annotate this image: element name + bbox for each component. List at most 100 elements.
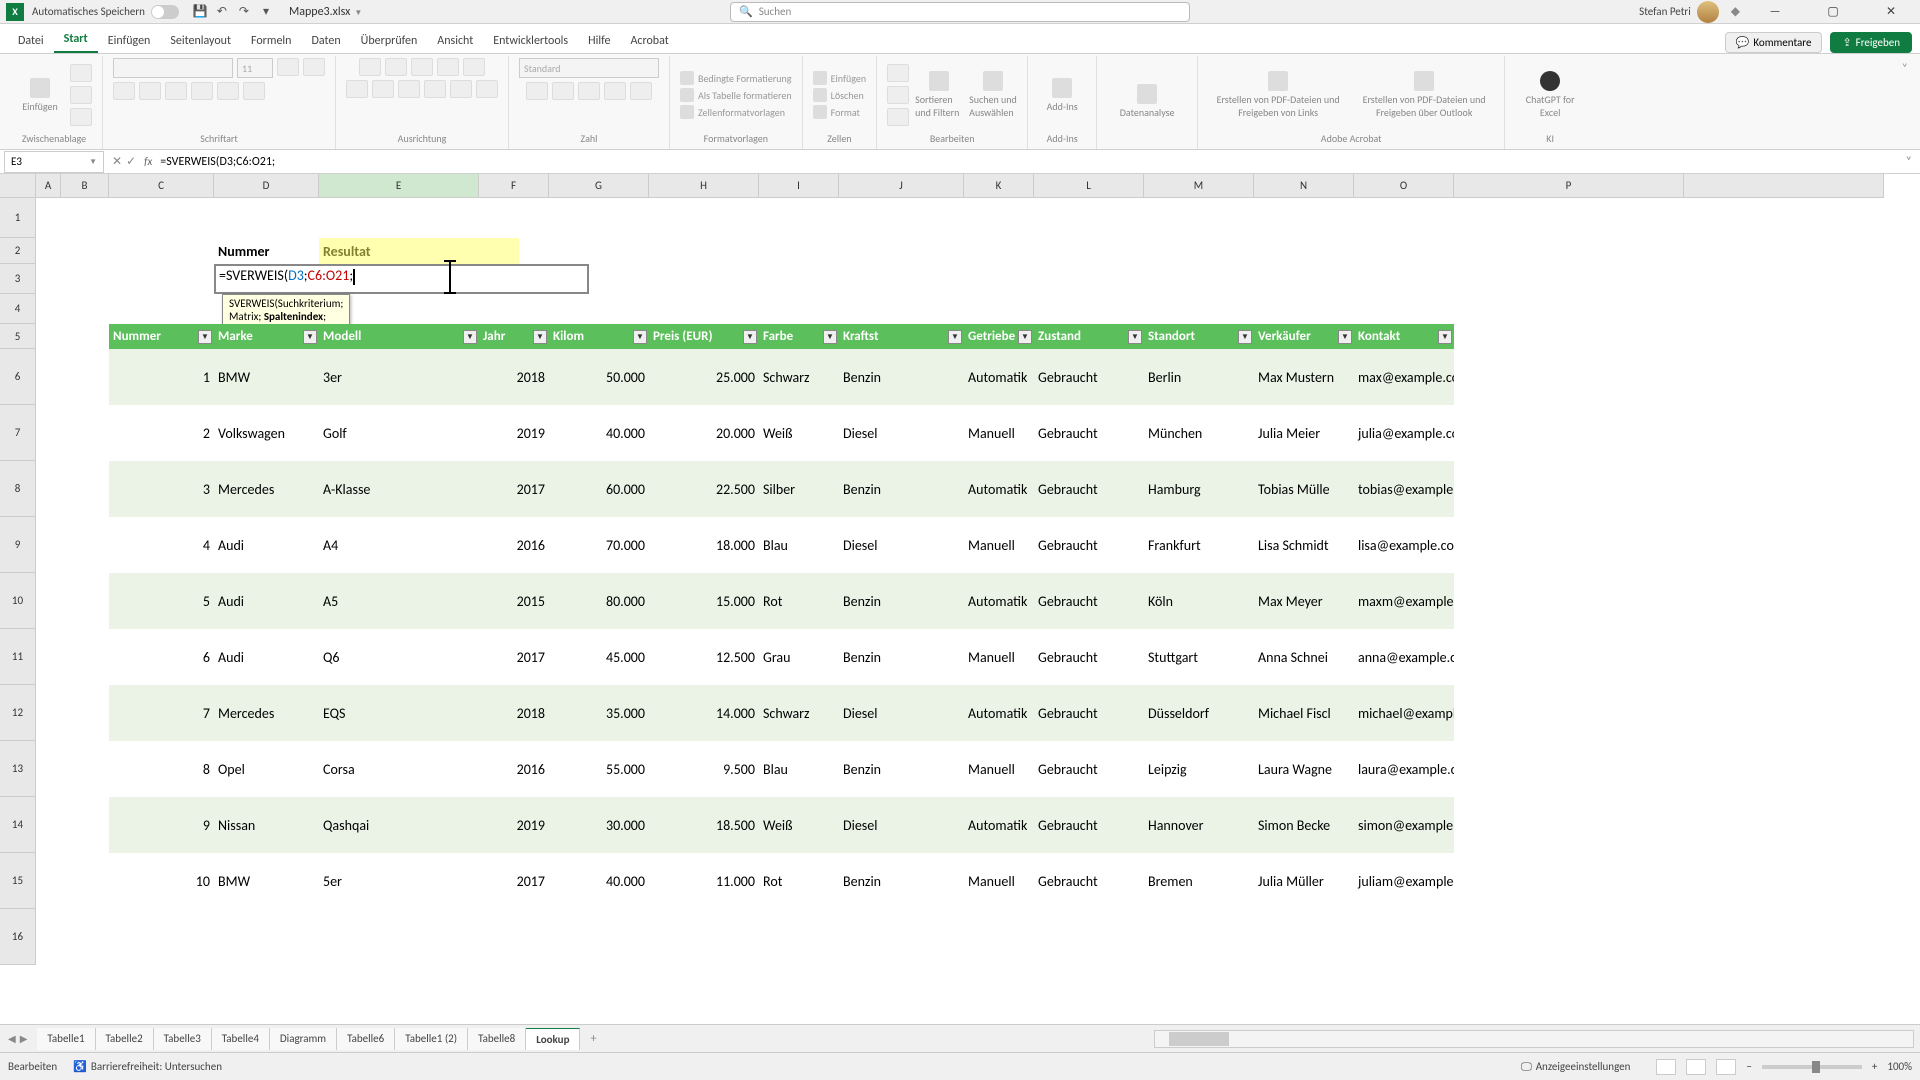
view-page-break-button[interactable]	[1716, 1059, 1736, 1075]
zoom-in-button[interactable]: +	[1872, 1060, 1877, 1073]
table-cell[interactable]: Manuell	[964, 759, 1034, 780]
autosave-toggle[interactable]: Automatisches Speichern	[32, 5, 179, 19]
sheet-tab-tabelle1[interactable]: Tabelle1	[37, 1028, 95, 1050]
table-cell[interactable]: Corsa	[319, 759, 479, 780]
table-cell[interactable]: Blau	[759, 759, 839, 780]
bold-button[interactable]	[113, 82, 135, 100]
table-cell[interactable]: 10	[109, 871, 214, 892]
table-cell[interactable]: Gebraucht	[1034, 535, 1144, 556]
table-header-farbe[interactable]: Farbe▼	[759, 324, 839, 349]
table-cell[interactable]: 2019	[479, 815, 549, 836]
table-cell[interactable]: Weiß	[759, 423, 839, 444]
column-header-M[interactable]: M	[1144, 174, 1254, 198]
sum-button[interactable]	[887, 64, 909, 82]
table-cell[interactable]: Mercedes	[214, 479, 319, 500]
table-cell[interactable]: Michael Fiscl	[1254, 703, 1354, 724]
cut-button[interactable]	[70, 64, 92, 82]
find-select-button[interactable]: Suchen und Auswählen	[969, 71, 1017, 119]
table-cell[interactable]: 2019	[479, 423, 549, 444]
tab-start[interactable]: Start	[54, 26, 98, 53]
percent-button[interactable]	[552, 82, 574, 100]
table-cell[interactable]: Rot	[759, 871, 839, 892]
accept-formula-icon[interactable]: ✓	[126, 154, 136, 169]
decimal-inc-button[interactable]	[604, 82, 626, 100]
table-cell[interactable]: 2	[109, 423, 214, 444]
table-cell[interactable]: BMW	[214, 367, 319, 388]
table-cell[interactable]: lisa@example.com	[1354, 535, 1454, 556]
table-cell[interactable]: Grau	[759, 647, 839, 668]
indent-inc-button[interactable]	[450, 80, 472, 98]
zoom-out-button[interactable]: −	[1746, 1060, 1751, 1073]
table-cell[interactable]: 3er	[319, 367, 479, 388]
filter-icon[interactable]: ▼	[303, 330, 317, 344]
add-sheet-button[interactable]: +	[580, 1028, 606, 1050]
row-header-6[interactable]: 6	[0, 349, 36, 405]
column-header-K[interactable]: K	[964, 174, 1034, 198]
orientation-button[interactable]	[437, 58, 459, 76]
table-cell[interactable]: Diesel	[839, 535, 964, 556]
table-cell[interactable]: 2017	[479, 479, 549, 500]
table-cell[interactable]: Gebraucht	[1034, 423, 1144, 444]
table-cell[interactable]: Simon Becke	[1254, 815, 1354, 836]
table-cell[interactable]: Automatik	[964, 479, 1034, 500]
filter-icon[interactable]: ▼	[463, 330, 477, 344]
table-cell[interactable]: tobias@example.com	[1354, 479, 1454, 500]
table-cell[interactable]: Benzin	[839, 591, 964, 612]
indent-dec-button[interactable]	[424, 80, 446, 98]
minimize-button[interactable]: —	[1752, 0, 1798, 24]
decimal-dec-button[interactable]	[630, 82, 652, 100]
table-cell[interactable]: Stuttgart	[1144, 647, 1254, 668]
table-cell[interactable]: maxm@example.com	[1354, 591, 1454, 612]
sheet-tab-tabelle8[interactable]: Tabelle8	[468, 1028, 526, 1050]
table-cell[interactable]: München	[1144, 423, 1254, 444]
table-cell[interactable]: Gebraucht	[1034, 759, 1144, 780]
file-name[interactable]: Mappe3.xlsx▼	[289, 5, 362, 19]
filter-icon[interactable]: ▼	[1238, 330, 1252, 344]
table-cell[interactable]: Hamburg	[1144, 479, 1254, 500]
row-header-13[interactable]: 13	[0, 741, 36, 797]
merge-button[interactable]	[476, 80, 498, 98]
table-cell[interactable]: 3	[109, 479, 214, 500]
table-cell[interactable]: 2017	[479, 871, 549, 892]
table-cell[interactable]: Audi	[214, 535, 319, 556]
table-cell[interactable]: Schwarz	[759, 703, 839, 724]
diamond-icon[interactable]: ◆	[1731, 4, 1740, 19]
filter-icon[interactable]: ▼	[198, 330, 212, 344]
view-normal-button[interactable]	[1656, 1059, 1676, 1075]
table-header-verkaeufer[interactable]: Verkäufer▼	[1254, 324, 1354, 349]
table-cell[interactable]: Weiß	[759, 815, 839, 836]
conditional-format-button[interactable]: Bedingte Formatierung	[680, 71, 792, 85]
filter-icon[interactable]: ▼	[1128, 330, 1142, 344]
row-header-4[interactable]: 4	[0, 294, 36, 324]
table-cell[interactable]: laura@example.com	[1354, 759, 1454, 780]
align-top-button[interactable]	[359, 58, 381, 76]
table-cell[interactable]: 2018	[479, 367, 549, 388]
table-cell[interactable]: 11.000	[649, 871, 759, 892]
table-header-marke[interactable]: Marke▼	[214, 324, 319, 349]
row-header-5[interactable]: 5	[0, 324, 36, 349]
paste-button[interactable]: Einfügen	[16, 78, 64, 113]
table-cell[interactable]: 5	[109, 591, 214, 612]
fill-color-button[interactable]	[217, 82, 239, 100]
table-cell[interactable]: Manuell	[964, 647, 1034, 668]
table-cell[interactable]: Düsseldorf	[1144, 703, 1254, 724]
column-header-E[interactable]: E	[319, 174, 479, 198]
fx-icon[interactable]: fx	[144, 155, 152, 168]
column-header-J[interactable]: J	[839, 174, 964, 198]
table-cell[interactable]: Automatik	[964, 591, 1034, 612]
row-header-12[interactable]: 12	[0, 685, 36, 741]
row-header-11[interactable]: 11	[0, 629, 36, 685]
addins-button[interactable]: Add-Ins	[1038, 78, 1086, 113]
column-header-L[interactable]: L	[1034, 174, 1144, 198]
format-painter-button[interactable]	[70, 108, 92, 126]
table-cell[interactable]: simon@example.com	[1354, 815, 1454, 836]
redo-icon[interactable]: ↷	[233, 1, 255, 23]
font-size-combo[interactable]: 11	[237, 58, 273, 78]
column-header-I[interactable]: I	[759, 174, 839, 198]
column-header-O[interactable]: O	[1354, 174, 1454, 198]
table-cell[interactable]: Gebraucht	[1034, 479, 1144, 500]
table-cell[interactable]: 80.000	[549, 591, 649, 612]
table-cell[interactable]: michael@example.com	[1354, 703, 1454, 724]
table-cell[interactable]: 2017	[479, 647, 549, 668]
table-cell[interactable]: 2015	[479, 591, 549, 612]
